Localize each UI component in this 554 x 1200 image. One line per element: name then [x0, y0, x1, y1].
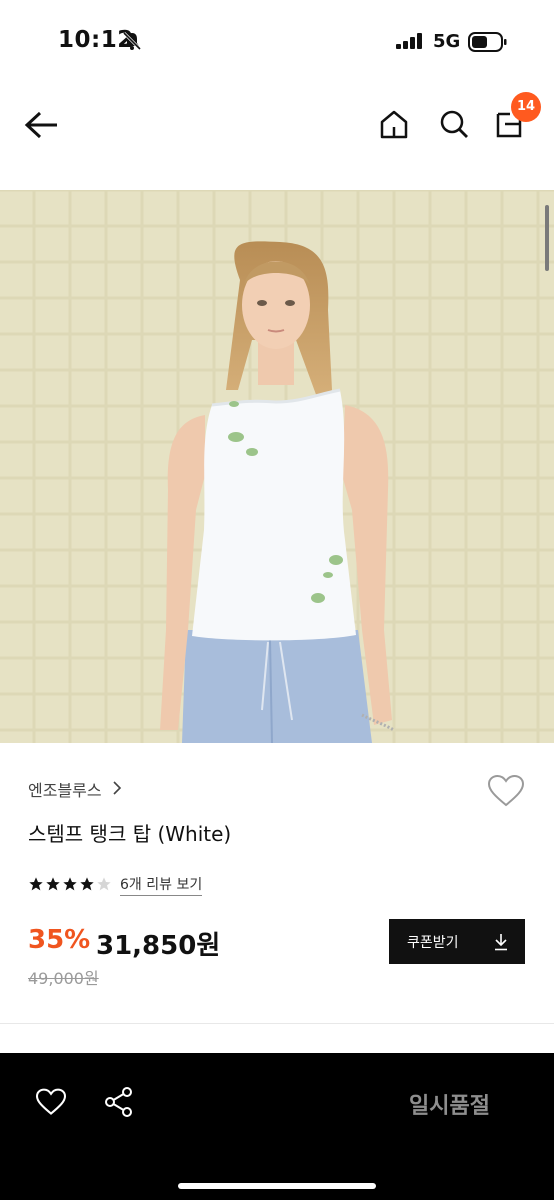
top-nav: 14 [0, 80, 554, 190]
product-image[interactable] [0, 190, 554, 743]
product-photo-illustration [0, 190, 554, 743]
brand-link[interactable]: 엔조블루스 [28, 777, 102, 801]
cart-count-badge: 14 [511, 92, 541, 122]
coupon-label: 쿠폰받기 [407, 934, 459, 951]
original-price: 49,000원 [28, 969, 99, 988]
star-filled-icon [80, 877, 94, 891]
star-filled-icon [63, 877, 77, 891]
share-icon[interactable] [104, 1086, 134, 1118]
image-scrollbar[interactable] [545, 205, 549, 271]
chevron-right-icon[interactable] [112, 780, 122, 796]
download-icon [495, 933, 507, 950]
battery-icon [468, 32, 507, 52]
bell-off-icon [122, 31, 142, 51]
home-indicator[interactable] [178, 1183, 376, 1189]
heart-icon[interactable] [35, 1088, 67, 1116]
back-arrow-icon[interactable] [24, 110, 60, 140]
section-divider [0, 1023, 554, 1024]
network-label: 5G [433, 31, 461, 52]
product-title: 스템프 탱크 탑 (White) [28, 822, 232, 846]
sold-out-button[interactable]: 일시품절 [409, 1088, 490, 1120]
bottom-action-bar: 일시품절 [0, 1053, 554, 1200]
star-empty-icon [97, 877, 111, 891]
star-filled-icon [46, 877, 60, 891]
coupon-download-button[interactable]: 쿠폰받기 [389, 919, 525, 964]
sale-price: 31,850원 [96, 931, 221, 961]
rating-stars [28, 876, 112, 892]
star-filled-icon [29, 877, 43, 891]
heart-outline-icon[interactable] [487, 774, 525, 808]
home-icon[interactable] [378, 108, 410, 140]
status-bar: 10:12 5G [0, 0, 554, 80]
signal-icon [396, 33, 422, 49]
review-link[interactable]: 6개 리뷰 보기 [120, 874, 203, 896]
search-icon[interactable] [438, 108, 470, 140]
discount-rate: 35% [28, 925, 91, 955]
